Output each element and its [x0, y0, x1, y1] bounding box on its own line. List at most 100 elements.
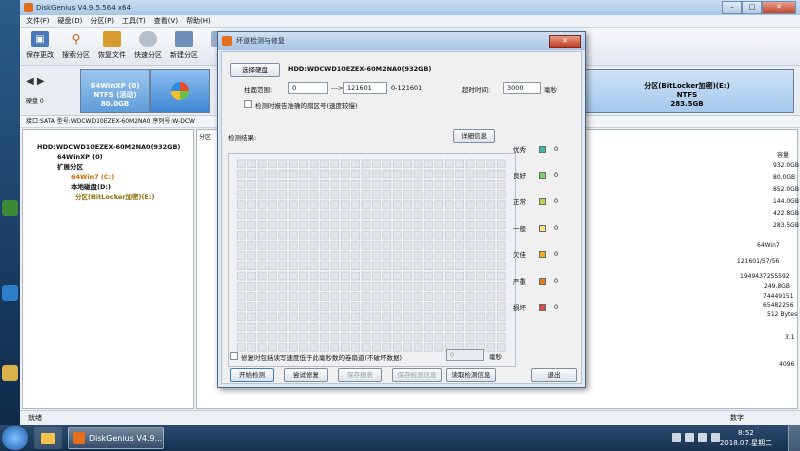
cylinder-from-input[interactable]: 0 — [288, 82, 328, 94]
timeout-input[interactable]: 3000 — [503, 82, 541, 94]
try-repair-button[interactable]: 尝试修复 — [284, 368, 328, 382]
sector-cell — [288, 271, 298, 281]
sector-cell — [403, 333, 412, 342]
tree-item-bitlocker[interactable]: 分区(BitLocker加密)(E:) — [75, 192, 154, 202]
exit-button[interactable]: 退出 — [531, 368, 577, 382]
partition-block-bitlocker[interactable]: 分区(BitLocker加密)(E:) NTFS 283.5GB — [580, 69, 794, 113]
sector-cell — [309, 271, 319, 281]
maximize-button[interactable]: □ — [742, 1, 762, 14]
sector-cell — [320, 220, 329, 230]
clock[interactable]: 8:52 2018.07.星期二 — [720, 428, 772, 448]
main-titlebar[interactable]: DiskGenius V4.9.5.564 x64 – □ ✕ — [20, 0, 800, 15]
sector-cell — [393, 210, 402, 219]
network-icon[interactable] — [698, 433, 707, 442]
sector-cell — [434, 282, 444, 291]
tree-item-win7[interactable]: 64Win7 (C:) — [71, 172, 114, 182]
start-button[interactable] — [2, 426, 28, 450]
sector-cell — [309, 282, 319, 291]
explorer-taskbar-button[interactable] — [34, 427, 62, 449]
tray-icon[interactable] — [685, 433, 694, 442]
sector-cell — [413, 251, 423, 260]
sector-cell — [372, 190, 381, 199]
sector-cell — [445, 261, 454, 271]
sector-cell — [413, 312, 423, 322]
sector-cell — [351, 322, 360, 332]
sector-cell — [330, 210, 340, 219]
repair-threshold-input[interactable]: 0 — [446, 349, 484, 361]
sector-cell — [424, 251, 433, 260]
sector-cell — [486, 261, 496, 271]
tree-item-local-d[interactable]: 本地磁盘(D:) — [71, 182, 111, 192]
sector-cell — [424, 159, 433, 168]
read-check-info-button[interactable]: 读取检测信息 — [446, 368, 496, 382]
tab-partition[interactable]: 分区 — [199, 132, 211, 141]
start-check-button[interactable]: 开始检测 — [230, 368, 274, 382]
sector-cell — [413, 190, 423, 199]
menu-file[interactable]: 文件(F) — [22, 16, 54, 26]
sector-cell — [393, 200, 402, 209]
sector-cell — [382, 302, 392, 311]
sector-cell — [497, 169, 506, 179]
sector-cell — [382, 282, 392, 291]
diskgenius-taskbar-button[interactable]: DiskGenius V4.9... — [68, 427, 164, 449]
desktop-icon-1[interactable] — [2, 200, 18, 216]
sector-cell — [268, 271, 277, 281]
sector-cell — [320, 302, 329, 311]
menu-view[interactable]: 查看(V) — [150, 16, 182, 26]
show-desktop-button[interactable] — [788, 425, 800, 451]
report-exact-sector-checkbox[interactable] — [244, 100, 252, 108]
volume-icon[interactable] — [711, 433, 720, 442]
sector-cell — [465, 220, 475, 230]
sector-cell — [465, 190, 475, 199]
tray-icon[interactable] — [672, 433, 681, 442]
detail-info-button[interactable]: 详细信息 — [453, 129, 495, 143]
legend-row: 损坏 0 — [513, 302, 558, 312]
cylinder-to-input[interactable]: 121601 — [343, 82, 387, 94]
sector-cell — [497, 312, 506, 322]
tree-item-extended[interactable]: 扩展分区 — [57, 162, 83, 172]
desktop-icon-3[interactable] — [2, 365, 18, 381]
sector-cell — [361, 343, 371, 352]
sector-cell — [268, 261, 277, 271]
sector-cell — [320, 231, 329, 240]
dialog-titlebar[interactable]: 坏道检测与修复 ✕ — [218, 32, 585, 50]
new-partition-button[interactable]: 新建分区 — [166, 31, 202, 60]
menu-partition[interactable]: 分区(P) — [86, 16, 118, 26]
menu-tools[interactable]: 工具(T) — [118, 16, 150, 26]
disk-nav-arrows[interactable]: ◀ ▶ — [26, 76, 45, 87]
search-partition-button[interactable]: ⚲ 搜索分区 — [58, 31, 94, 60]
partition-block-win7[interactable] — [150, 69, 210, 113]
quick-partition-button[interactable]: 快速分区 — [130, 31, 166, 60]
sector-cell — [465, 180, 475, 189]
legend-count: 0 — [554, 250, 559, 258]
save-report-button[interactable]: 保存报表 — [338, 368, 382, 382]
sector-cell — [445, 180, 454, 189]
sector-cell — [330, 333, 340, 342]
partition-block-xp[interactable]: 64WinXP (0) NTFS (活动) 80.0GB — [80, 69, 150, 113]
save-check-info-button[interactable]: 保存检测信息 — [392, 368, 442, 382]
desktop-icon-2[interactable] — [2, 285, 18, 301]
recover-files-button[interactable]: 恢复文件 — [94, 31, 130, 60]
select-disk-button[interactable]: 选择硬盘 — [230, 63, 280, 77]
tree-item-disk[interactable]: HDD:WDCWD10EZEX-60M2NA0(932GB) — [37, 142, 180, 152]
sector-cell — [288, 261, 298, 271]
sector-cell — [278, 169, 288, 179]
repair-slow-checkbox[interactable] — [230, 352, 238, 360]
sector-cell — [486, 169, 496, 179]
sector-cell — [247, 210, 256, 219]
sector-cell — [236, 190, 246, 199]
menu-help[interactable]: 帮助(H) — [182, 16, 215, 26]
sector-cell — [351, 231, 360, 240]
dialog-app-icon — [222, 36, 232, 46]
sector-cell — [413, 302, 423, 311]
sector-cell — [340, 292, 350, 301]
main-close-button[interactable]: ✕ — [762, 1, 796, 14]
save-changes-button[interactable]: ▣ 保存更改 — [22, 31, 58, 60]
sector-cell — [393, 241, 402, 250]
partition-bitlocker-name: 分区(BitLocker加密)(E:) — [644, 82, 730, 90]
tree-item-xp[interactable]: 64WinXP (0) — [57, 152, 103, 162]
dialog-close-button[interactable]: ✕ — [549, 34, 581, 48]
minimize-button[interactable]: – — [722, 1, 742, 14]
menu-disk[interactable]: 硬盘(D) — [54, 16, 87, 26]
system-tray — [672, 433, 720, 442]
